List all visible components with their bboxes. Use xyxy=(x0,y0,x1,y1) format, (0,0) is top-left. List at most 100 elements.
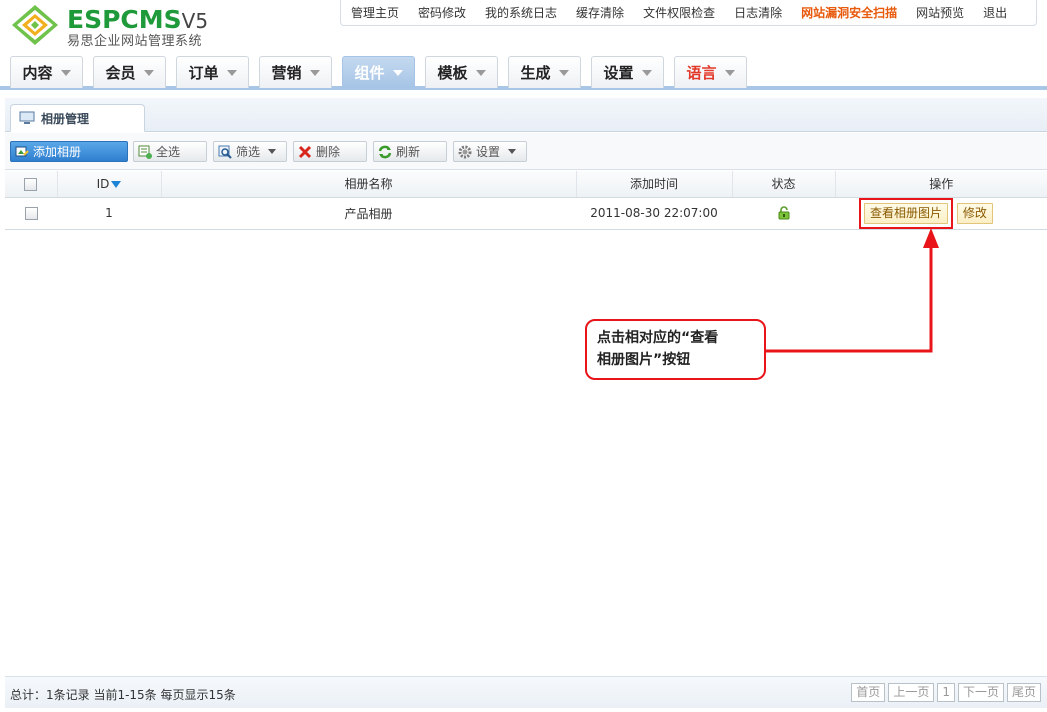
delete-icon xyxy=(298,145,312,158)
view-album-images-button[interactable]: 查看相册图片 xyxy=(864,202,949,224)
header-select-cell xyxy=(5,171,58,198)
row-checkbox[interactable] xyxy=(24,207,38,220)
delete-button[interactable]: 删除 xyxy=(293,141,367,162)
menu-components[interactable]: 组件 xyxy=(342,56,415,88)
pager-first[interactable]: 首页 xyxy=(851,683,886,702)
chevron-down-icon xyxy=(60,69,71,76)
chevron-down-icon xyxy=(641,69,652,76)
select-all-label: 全选 xyxy=(156,145,181,159)
pagination: 首页 上一页 1 下一页 尾页 xyxy=(851,683,1041,702)
menu-language[interactable]: 语言 xyxy=(674,56,747,88)
row-name: 产品相册 xyxy=(161,197,576,230)
row-select-cell xyxy=(5,197,57,230)
callout-line-2: 相册图片”按钮 xyxy=(597,352,691,368)
table-row: 1 产品相册 2011-08-30 22:07:00 查看相册图片 修改 xyxy=(5,197,1047,230)
topnav-clear-cache[interactable]: 缓存清除 xyxy=(576,4,624,21)
filter-icon xyxy=(218,145,232,159)
chevron-down-icon xyxy=(558,69,569,76)
menu-label: 语言 xyxy=(686,64,717,82)
topnav-my-log[interactable]: 我的系统日志 xyxy=(485,4,557,21)
chevron-down-icon xyxy=(724,69,735,76)
refresh-button[interactable]: 刷新 xyxy=(373,141,447,162)
filter-button[interactable]: 筛选 xyxy=(213,141,287,162)
add-album-label: 添加相册 xyxy=(33,145,82,159)
pager-page-1[interactable]: 1 xyxy=(937,683,955,702)
annotation-callout: 点击相对应的“查看 相册图片”按钮 xyxy=(585,319,766,380)
logo-subtitle: 易思企业网站管理系统 xyxy=(67,34,203,49)
table-header-row: ID 相册名称 添加时间 状态 操作 xyxy=(5,171,1047,198)
menu-label: 设置 xyxy=(603,64,634,82)
header-id[interactable]: ID xyxy=(57,171,162,198)
toolbar: 添加相册 全选 筛选 删除 刷新 设置 xyxy=(5,133,1047,170)
row-ops: 查看相册图片 修改 xyxy=(835,197,1047,230)
chevron-down-icon xyxy=(226,69,237,76)
topnav-home[interactable]: 管理主页 xyxy=(351,4,399,21)
menu-label: 订单 xyxy=(188,64,219,82)
topnav-clear-log[interactable]: 日志清除 xyxy=(734,4,782,21)
logo-emblem-icon xyxy=(12,5,58,45)
topnav-security-scan[interactable]: 网站漏洞安全扫描 xyxy=(801,4,897,21)
select-all-icon xyxy=(138,145,152,159)
refresh-label: 刷新 xyxy=(396,145,421,159)
pager-last[interactable]: 尾页 xyxy=(1006,683,1041,702)
chevron-down-icon xyxy=(268,149,277,154)
header-id-label: ID xyxy=(96,176,110,191)
row-status xyxy=(732,197,835,230)
header-ops: 操作 xyxy=(835,171,1047,198)
filter-label: 筛选 xyxy=(236,145,261,159)
chevron-down-icon xyxy=(392,69,403,76)
footer: 总计：1条记录 当前1-15条 每页显示15条 首页 上一页 1 下一页 尾页 xyxy=(5,676,1047,708)
panel-tabbar: 相册管理 xyxy=(5,98,1047,132)
row-id: 1 xyxy=(57,197,161,230)
panel-tab-label: 相册管理 xyxy=(41,111,90,126)
select-all-button[interactable]: 全选 xyxy=(133,141,207,162)
menu-content[interactable]: 内容 xyxy=(10,56,83,88)
header-status: 状态 xyxy=(732,171,836,198)
menu-settings[interactable]: 设置 xyxy=(591,56,664,88)
record-summary: 总计：1条记录 当前1-15条 每页显示15条 xyxy=(10,688,236,702)
menu-label: 会员 xyxy=(105,64,136,82)
pager-next[interactable]: 下一页 xyxy=(957,683,1004,702)
chevron-down-icon xyxy=(508,149,517,154)
chevron-down-icon xyxy=(475,69,486,76)
topnav-file-permission[interactable]: 文件权限检查 xyxy=(643,4,715,21)
header: ESPCMSV5 易思企业网站管理系统 管理主页 密码修改 我的系统日志 缓存清… xyxy=(0,0,1047,50)
menu-label: 组件 xyxy=(354,64,385,82)
header-time: 添加时间 xyxy=(576,171,733,198)
delete-label: 删除 xyxy=(316,145,341,159)
pager-prev[interactable]: 上一页 xyxy=(888,683,935,702)
row-time: 2011-08-30 22:07:00 xyxy=(576,197,732,230)
edit-album-button[interactable]: 修改 xyxy=(956,202,993,224)
menu-label: 营销 xyxy=(271,64,302,82)
topnav-logout[interactable]: 退出 xyxy=(983,4,1007,21)
add-album-button[interactable]: 添加相册 xyxy=(10,141,128,162)
topnav-password[interactable]: 密码修改 xyxy=(418,4,466,21)
tab-album-management[interactable]: 相册管理 xyxy=(10,104,145,132)
menu-label: 生成 xyxy=(520,64,551,82)
callout-line-1: 点击相对应的“查看 xyxy=(597,330,719,346)
menu-member[interactable]: 会员 xyxy=(93,56,166,88)
chevron-down-icon xyxy=(309,69,320,76)
select-all-checkbox[interactable] xyxy=(24,177,38,191)
unlock-icon[interactable] xyxy=(777,206,791,220)
main-menu: 内容 会员 订单 营销 组件 模板 生成 设置 语言 xyxy=(0,56,1047,90)
album-table: ID 相册名称 添加时间 状态 操作 1 产品相册 2011-08-30 22:… xyxy=(5,171,1047,230)
gear-icon xyxy=(458,145,472,158)
menu-label: 内容 xyxy=(22,64,53,82)
chevron-down-icon xyxy=(143,69,154,76)
espcms-logo[interactable]: ESPCMSV5 易思企业网站管理系统 xyxy=(10,4,230,49)
topnav-site-preview[interactable]: 网站预览 xyxy=(916,4,964,21)
add-album-icon xyxy=(15,146,29,156)
monitor-icon xyxy=(19,111,35,124)
menu-marketing[interactable]: 营销 xyxy=(259,56,332,88)
sort-desc-icon[interactable] xyxy=(111,180,122,188)
menu-template[interactable]: 模板 xyxy=(425,56,498,88)
menu-order[interactable]: 订单 xyxy=(176,56,249,88)
view-album-highlight: 查看相册图片 xyxy=(859,197,954,229)
settings-label: 设置 xyxy=(476,145,501,159)
top-nav: 管理主页 密码修改 我的系统日志 缓存清除 文件权限检查 日志清除 网站漏洞安全… xyxy=(340,0,1037,26)
header-name: 相册名称 xyxy=(161,171,577,198)
menu-generate[interactable]: 生成 xyxy=(508,56,581,88)
settings-button[interactable]: 设置 xyxy=(453,141,527,162)
menu-label: 模板 xyxy=(437,64,468,82)
